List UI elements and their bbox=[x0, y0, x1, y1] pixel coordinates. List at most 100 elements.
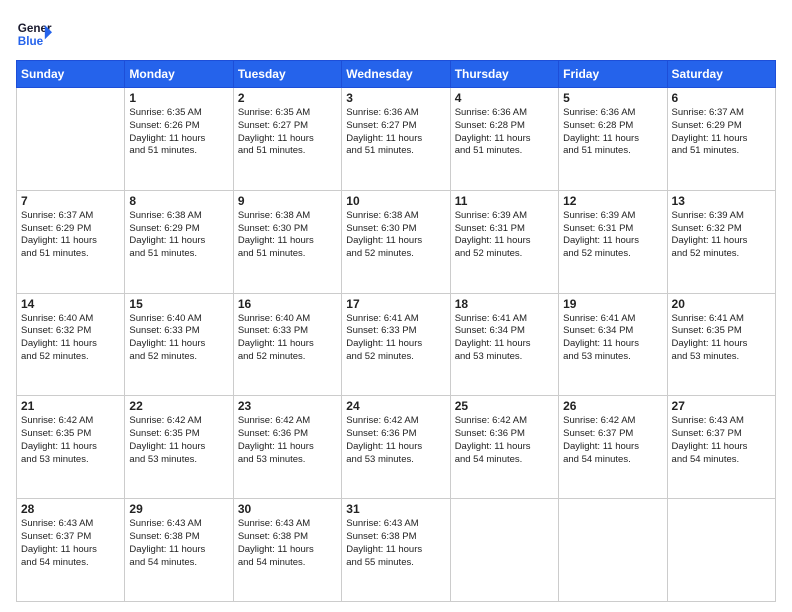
calendar-cell: 9 Sunrise: 6:38 AM Sunset: 6:30 PM Daylig… bbox=[233, 190, 341, 293]
calendar-cell: 26 Sunrise: 6:42 AM Sunset: 6:37 PM Dayli… bbox=[559, 396, 667, 499]
cell-info: Sunrise: 6:42 AM Sunset: 6:35 PM Dayligh… bbox=[21, 415, 120, 466]
day-number: 17 bbox=[346, 297, 445, 311]
cell-info: Sunrise: 6:39 AM Sunset: 6:31 PM Dayligh… bbox=[455, 210, 554, 261]
day-number: 15 bbox=[129, 297, 228, 311]
day-number: 4 bbox=[455, 91, 554, 105]
calendar-table: SundayMondayTuesdayWednesdayThursdayFrid… bbox=[16, 60, 776, 602]
day-number: 8 bbox=[129, 194, 228, 208]
day-number: 29 bbox=[129, 502, 228, 516]
calendar-cell: 13Sunrise: 6:39 AM Sunset: 6:32 PM Dayli… bbox=[667, 190, 775, 293]
day-number: 31 bbox=[346, 502, 445, 516]
cell-info: Sunrise: 6:42 AM Sunset: 6:36 PM Dayligh… bbox=[238, 415, 337, 466]
calendar-cell: 17 Sunrise: 6:41 AM Sunset: 6:33 PM Dayli… bbox=[342, 293, 450, 396]
cell-info: Sunrise: 6:41 AM Sunset: 6:35 PM Dayligh… bbox=[672, 313, 771, 364]
day-number: 21 bbox=[21, 399, 120, 413]
day-number: 14 bbox=[21, 297, 120, 311]
calendar-cell: 27Sunrise: 6:43 AM Sunset: 6:37 PM Dayli… bbox=[667, 396, 775, 499]
calendar-cell: 2 Sunrise: 6:35 AM Sunset: 6:27 PM Daylig… bbox=[233, 88, 341, 191]
cell-info: Sunrise: 6:40 AM Sunset: 6:33 PM Dayligh… bbox=[129, 313, 228, 364]
calendar-week-row: 21 Sunrise: 6:42 AM Sunset: 6:35 PM Dayli… bbox=[17, 396, 776, 499]
calendar-day-header: Saturday bbox=[667, 61, 775, 88]
day-number: 1 bbox=[129, 91, 228, 105]
calendar-cell: 21 Sunrise: 6:42 AM Sunset: 6:35 PM Dayli… bbox=[17, 396, 125, 499]
calendar-cell: 22 Sunrise: 6:42 AM Sunset: 6:35 PM Dayli… bbox=[125, 396, 233, 499]
calendar-cell: 4 Sunrise: 6:36 AM Sunset: 6:28 PM Daylig… bbox=[450, 88, 558, 191]
calendar-cell: 7 Sunrise: 6:37 AM Sunset: 6:29 PM Daylig… bbox=[17, 190, 125, 293]
calendar-cell: 8 Sunrise: 6:38 AM Sunset: 6:29 PM Daylig… bbox=[125, 190, 233, 293]
day-number: 18 bbox=[455, 297, 554, 311]
day-number: 11 bbox=[455, 194, 554, 208]
page: General Blue SundayMondayTuesdayWednesda… bbox=[0, 0, 792, 612]
calendar-cell bbox=[559, 499, 667, 602]
calendar-header-row: SundayMondayTuesdayWednesdayThursdayFrid… bbox=[17, 61, 776, 88]
calendar-cell: 12 Sunrise: 6:39 AM Sunset: 6:31 PM Dayli… bbox=[559, 190, 667, 293]
cell-info: Sunrise: 6:41 AM Sunset: 6:34 PM Dayligh… bbox=[455, 313, 554, 364]
calendar-day-header: Wednesday bbox=[342, 61, 450, 88]
cell-info: Sunrise: 6:38 AM Sunset: 6:29 PM Dayligh… bbox=[129, 210, 228, 261]
day-number: 13 bbox=[672, 194, 771, 208]
calendar-week-row: 28 Sunrise: 6:43 AM Sunset: 6:37 PM Dayli… bbox=[17, 499, 776, 602]
calendar-day-header: Thursday bbox=[450, 61, 558, 88]
day-number: 6 bbox=[672, 91, 771, 105]
calendar-cell: 16 Sunrise: 6:40 AM Sunset: 6:33 PM Dayli… bbox=[233, 293, 341, 396]
calendar-cell: 1 Sunrise: 6:35 AM Sunset: 6:26 PM Daylig… bbox=[125, 88, 233, 191]
cell-info: Sunrise: 6:43 AM Sunset: 6:37 PM Dayligh… bbox=[672, 415, 771, 466]
cell-info: Sunrise: 6:38 AM Sunset: 6:30 PM Dayligh… bbox=[346, 210, 445, 261]
cell-info: Sunrise: 6:43 AM Sunset: 6:37 PM Dayligh… bbox=[21, 518, 120, 569]
calendar-cell bbox=[450, 499, 558, 602]
header: General Blue bbox=[16, 16, 776, 52]
cell-info: Sunrise: 6:42 AM Sunset: 6:36 PM Dayligh… bbox=[455, 415, 554, 466]
cell-info: Sunrise: 6:36 AM Sunset: 6:28 PM Dayligh… bbox=[455, 107, 554, 158]
day-number: 7 bbox=[21, 194, 120, 208]
calendar-cell: 24Sunrise: 6:42 AM Sunset: 6:36 PM Dayli… bbox=[342, 396, 450, 499]
calendar-day-header: Tuesday bbox=[233, 61, 341, 88]
day-number: 26 bbox=[563, 399, 662, 413]
day-number: 9 bbox=[238, 194, 337, 208]
day-number: 19 bbox=[563, 297, 662, 311]
cell-info: Sunrise: 6:39 AM Sunset: 6:31 PM Dayligh… bbox=[563, 210, 662, 261]
calendar-cell: 30Sunrise: 6:43 AM Sunset: 6:38 PM Dayli… bbox=[233, 499, 341, 602]
cell-info: Sunrise: 6:41 AM Sunset: 6:33 PM Dayligh… bbox=[346, 313, 445, 364]
calendar-cell: 31Sunrise: 6:43 AM Sunset: 6:38 PM Dayli… bbox=[342, 499, 450, 602]
calendar-cell: 3 Sunrise: 6:36 AM Sunset: 6:27 PM Daylig… bbox=[342, 88, 450, 191]
calendar-day-header: Friday bbox=[559, 61, 667, 88]
cell-info: Sunrise: 6:37 AM Sunset: 6:29 PM Dayligh… bbox=[21, 210, 120, 261]
cell-info: Sunrise: 6:40 AM Sunset: 6:32 PM Dayligh… bbox=[21, 313, 120, 364]
cell-info: Sunrise: 6:42 AM Sunset: 6:35 PM Dayligh… bbox=[129, 415, 228, 466]
calendar-week-row: 1 Sunrise: 6:35 AM Sunset: 6:26 PM Daylig… bbox=[17, 88, 776, 191]
calendar-cell: 11 Sunrise: 6:39 AM Sunset: 6:31 PM Dayli… bbox=[450, 190, 558, 293]
day-number: 10 bbox=[346, 194, 445, 208]
cell-info: Sunrise: 6:42 AM Sunset: 6:36 PM Dayligh… bbox=[346, 415, 445, 466]
day-number: 25 bbox=[455, 399, 554, 413]
cell-info: Sunrise: 6:35 AM Sunset: 6:26 PM Dayligh… bbox=[129, 107, 228, 158]
calendar-cell: 20 Sunrise: 6:41 AM Sunset: 6:35 PM Dayli… bbox=[667, 293, 775, 396]
cell-info: Sunrise: 6:40 AM Sunset: 6:33 PM Dayligh… bbox=[238, 313, 337, 364]
calendar-cell: 6Sunrise: 6:37 AM Sunset: 6:29 PM Daylig… bbox=[667, 88, 775, 191]
day-number: 16 bbox=[238, 297, 337, 311]
calendar-cell: 28 Sunrise: 6:43 AM Sunset: 6:37 PM Dayli… bbox=[17, 499, 125, 602]
cell-info: Sunrise: 6:43 AM Sunset: 6:38 PM Dayligh… bbox=[129, 518, 228, 569]
calendar-cell: 14 Sunrise: 6:40 AM Sunset: 6:32 PM Dayli… bbox=[17, 293, 125, 396]
day-number: 20 bbox=[672, 297, 771, 311]
day-number: 22 bbox=[129, 399, 228, 413]
calendar-cell bbox=[17, 88, 125, 191]
day-number: 2 bbox=[238, 91, 337, 105]
calendar-week-row: 7 Sunrise: 6:37 AM Sunset: 6:29 PM Daylig… bbox=[17, 190, 776, 293]
day-number: 12 bbox=[563, 194, 662, 208]
calendar-week-row: 14 Sunrise: 6:40 AM Sunset: 6:32 PM Dayli… bbox=[17, 293, 776, 396]
cell-info: Sunrise: 6:36 AM Sunset: 6:27 PM Dayligh… bbox=[346, 107, 445, 158]
day-number: 3 bbox=[346, 91, 445, 105]
calendar-cell: 19Sunrise: 6:41 AM Sunset: 6:34 PM Dayli… bbox=[559, 293, 667, 396]
cell-info: Sunrise: 6:38 AM Sunset: 6:30 PM Dayligh… bbox=[238, 210, 337, 261]
logo: General Blue bbox=[16, 16, 52, 52]
day-number: 23 bbox=[238, 399, 337, 413]
cell-info: Sunrise: 6:42 AM Sunset: 6:37 PM Dayligh… bbox=[563, 415, 662, 466]
general-blue-icon: General Blue bbox=[16, 16, 52, 52]
calendar-day-header: Monday bbox=[125, 61, 233, 88]
svg-text:Blue: Blue bbox=[18, 35, 44, 48]
calendar-cell: 25 Sunrise: 6:42 AM Sunset: 6:36 PM Dayli… bbox=[450, 396, 558, 499]
day-number: 28 bbox=[21, 502, 120, 516]
calendar-cell: 18 Sunrise: 6:41 AM Sunset: 6:34 PM Dayli… bbox=[450, 293, 558, 396]
cell-info: Sunrise: 6:35 AM Sunset: 6:27 PM Dayligh… bbox=[238, 107, 337, 158]
calendar-cell: 10 Sunrise: 6:38 AM Sunset: 6:30 PM Dayli… bbox=[342, 190, 450, 293]
